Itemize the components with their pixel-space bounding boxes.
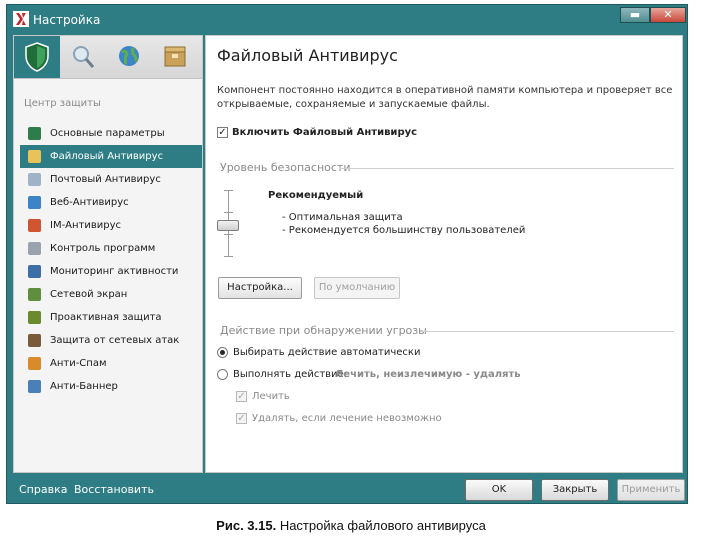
sidebar-item-network-attack[interactable]: Защита от сетевых атак (20, 329, 202, 352)
sidebar-nav: Основные параметры Файловый Антивирус По… (20, 122, 202, 398)
sidebar-item-proactive[interactable]: Проактивная защита (20, 306, 202, 329)
magnifier-icon (73, 46, 95, 68)
globe-icon (28, 196, 41, 209)
security-level-bullet: - Рекомендуется большинству пользователе… (282, 225, 526, 236)
sidebar-item-label: IM-Антивирус (50, 220, 122, 231)
envelope-icon (28, 357, 41, 370)
figure-caption-number: Рис. 3.15. (216, 518, 277, 533)
filter-icon (28, 242, 41, 255)
slider-tick (224, 234, 233, 235)
delete-if-cure-fails-label: Удалять, если лечение невозможно (252, 413, 442, 424)
manual-action-label[interactable]: Выполнять действие: (233, 369, 347, 380)
divider (420, 331, 674, 332)
network-icon (28, 334, 41, 347)
page-title: Файловый Антивирус (217, 46, 398, 65)
threat-action-group-title: Действие при обнаружении угрозы (220, 324, 427, 337)
divider (340, 168, 674, 169)
security-level-group-title: Уровень безопасности (220, 161, 351, 174)
figure-caption: Рис. 3.15. Настройка файлового антивирус… (0, 518, 702, 533)
default-button[interactable]: По умолчанию (314, 277, 400, 299)
security-level-bullet: - Оптимальная защита (282, 212, 403, 223)
sidebar-item-web-antivirus[interactable]: Веб-Антивирус (20, 191, 202, 214)
kaspersky-logo-icon (13, 11, 29, 27)
component-description: Компонент постоянно находится в оператив… (217, 85, 673, 110)
tab-protection[interactable] (14, 36, 60, 78)
sidebar-item-anti-banner[interactable]: Анти-Баннер (20, 375, 202, 398)
enable-file-antivirus-label[interactable]: Включить Файловый Антивирус (232, 127, 417, 138)
sidebar-item-file-antivirus[interactable]: Файловый Антивирус (20, 145, 202, 168)
manual-action-radio[interactable] (217, 369, 228, 380)
sidebar-item-app-control[interactable]: Контроль программ (20, 237, 202, 260)
section-title: Центр защиты (24, 98, 101, 109)
enable-file-antivirus-checkbox[interactable]: ✓ (217, 127, 228, 138)
tab-options[interactable] (152, 36, 198, 78)
security-level-slider-thumb[interactable] (217, 220, 239, 231)
tab-scan[interactable] (60, 36, 106, 78)
apply-button[interactable]: Применить (617, 479, 685, 501)
sidebar-item-firewall[interactable]: Сетевой экран (20, 283, 202, 306)
minimize-button[interactable]: ▬ (620, 7, 650, 23)
ok-button[interactable]: OK (465, 479, 533, 501)
manual-action-value: Лечить, неизлечимую - удалять (335, 369, 521, 380)
sidebar-item-general[interactable]: Основные параметры (20, 122, 202, 145)
monitor-icon (28, 265, 41, 278)
sidebar-item-label: Защита от сетевых атак (50, 335, 180, 346)
tab-update[interactable] (106, 36, 152, 78)
sidebar: Центр защиты Основные параметры Файловый… (13, 35, 203, 473)
sidebar-item-mail-antivirus[interactable]: Почтовый Антивирус (20, 168, 202, 191)
window-title: Настройка (33, 13, 101, 27)
sidebar-tabs (14, 36, 202, 79)
sidebar-item-activity-monitor[interactable]: Мониторинг активности (20, 260, 202, 283)
main-panel: Файловый Антивирус Компонент постоянно н… (205, 35, 683, 473)
security-level-name: Рекомендуемый (268, 190, 364, 201)
auto-action-label[interactable]: Выбирать действие автоматически (233, 347, 420, 358)
slider-tick (224, 190, 233, 191)
settings-window: Настройка ▬ ✕ Центр защиты Основные пара… (6, 4, 688, 504)
sidebar-item-label: Контроль программ (50, 243, 156, 254)
restore-link[interactable]: Восстановить (74, 483, 154, 496)
help-link[interactable]: Справка (19, 483, 67, 496)
sidebar-item-label: Файловый Антивирус (50, 151, 164, 162)
auto-action-radio[interactable] (217, 347, 228, 358)
globe-icon (119, 46, 139, 66)
title-bar: Настройка ▬ ✕ (7, 5, 687, 35)
shield-icon (28, 127, 41, 140)
sidebar-item-label: Сетевой экран (50, 289, 128, 300)
close-window-button[interactable]: ✕ (650, 7, 686, 23)
mail-icon (28, 173, 41, 186)
sidebar-item-label: Проактивная защита (50, 312, 162, 323)
folder-icon (28, 150, 41, 163)
sidebar-item-label: Мониторинг активности (50, 266, 179, 277)
close-button[interactable]: Закрыть (541, 479, 609, 501)
slider-tick (224, 256, 233, 257)
shield-icon (28, 311, 41, 324)
chat-icon (28, 219, 41, 232)
cure-checkbox[interactable]: ✓ (236, 391, 247, 402)
settings-button[interactable]: Настройка... (218, 277, 302, 299)
cure-label: Лечить (252, 391, 290, 402)
delete-if-cure-fails-checkbox[interactable]: ✓ (236, 413, 247, 424)
box-icon (164, 46, 186, 67)
sidebar-item-label: Анти-Спам (50, 358, 107, 369)
sidebar-item-label: Почтовый Антивирус (50, 174, 161, 185)
sidebar-item-label: Веб-Антивирус (50, 197, 129, 208)
slider-tick (224, 212, 233, 213)
sidebar-item-label: Основные параметры (50, 128, 165, 139)
sidebar-item-im-antivirus[interactable]: IM-Антивирус (20, 214, 202, 237)
shield-icon (25, 42, 49, 72)
sidebar-item-label: Анти-Баннер (50, 381, 118, 392)
firewall-icon (28, 288, 41, 301)
banner-icon (28, 380, 41, 393)
sidebar-item-anti-spam[interactable]: Анти-Спам (20, 352, 202, 375)
figure-caption-text: Настройка файлового антивируса (276, 518, 486, 533)
